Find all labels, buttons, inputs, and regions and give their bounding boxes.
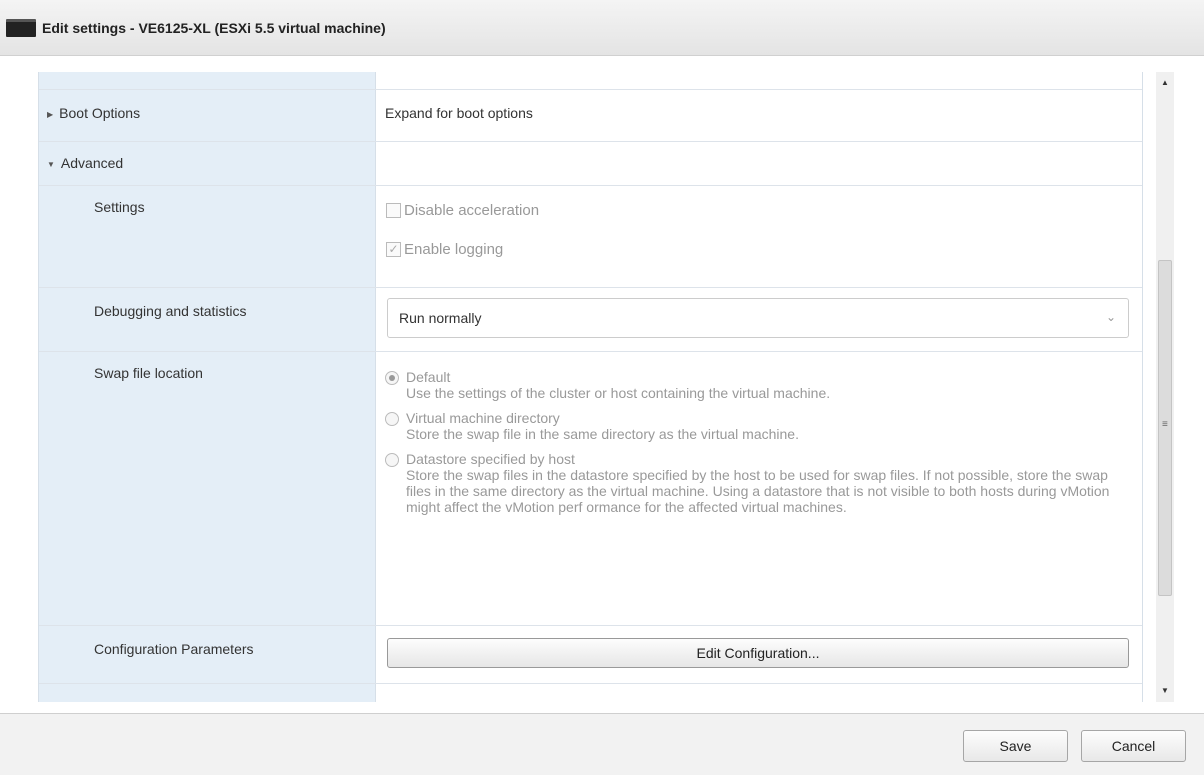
boot-options-row[interactable]: ▶ Boot Options Expand for boot options (39, 90, 1142, 142)
settings-panel: ▶ Boot Options Expand for boot options ▼ A… (38, 72, 1143, 702)
debugging-select[interactable]: Run normally ⌄ (387, 298, 1129, 338)
grip-icon: ≡ (1162, 419, 1168, 430)
disable-acceleration-checkbox[interactable]: Disable acceleration (386, 202, 1142, 219)
scroll-down-icon[interactable]: ▼ (1156, 680, 1174, 702)
settings-row: Settings Disable acceleration ✓ Enable l… (39, 186, 1142, 288)
top-spacer-row (39, 72, 1142, 90)
debugging-row: Debugging and statistics Run normally ⌄ (39, 288, 1142, 352)
scroll-up-icon[interactable]: ▲ (1156, 72, 1174, 94)
radio-unselected-icon[interactable] (385, 412, 399, 426)
checkbox-checked-icon[interactable]: ✓ (386, 242, 401, 257)
swap-row: Swap file location Default Use the setti… (39, 352, 1142, 626)
collapse-arrow-icon[interactable]: ▼ (47, 160, 55, 169)
boot-options-value: Expand for boot options (376, 90, 1142, 141)
radio-unselected-icon[interactable] (385, 453, 399, 467)
radio-selected-icon[interactable] (385, 371, 399, 385)
config-params-row: Configuration Parameters Edit Configurat… (39, 626, 1142, 684)
advanced-label: Advanced (60, 155, 124, 171)
advanced-row[interactable]: ▼ Advanced (39, 142, 1142, 186)
next-row-partial (39, 684, 1142, 702)
swap-option-default[interactable]: Default Use the settings of the cluster … (385, 369, 1132, 401)
enable-logging-checkbox[interactable]: ✓ Enable logging (386, 241, 1142, 258)
debugging-label: Debugging and statistics (39, 288, 376, 351)
swap-option-datastore[interactable]: Datastore specified by host Store the sw… (385, 451, 1132, 515)
vm-icon (6, 18, 36, 37)
swap-option-vm-directory[interactable]: Virtual machine directory Store the swap… (385, 410, 1132, 442)
vertical-scrollbar[interactable]: ▲ ≡ ▼ (1156, 72, 1174, 702)
settings-label: Settings (39, 186, 376, 287)
cancel-button[interactable]: Cancel (1081, 730, 1186, 762)
edit-configuration-button[interactable]: Edit Configuration... (387, 638, 1129, 668)
expand-arrow-icon[interactable]: ▶ (47, 110, 53, 119)
swap-label: Swap file location (39, 352, 376, 625)
boot-options-label: Boot Options (59, 105, 141, 121)
chevron-down-icon: ⌄ (1105, 310, 1116, 324)
save-button[interactable]: Save (963, 730, 1068, 762)
dialog-footer: Save Cancel (0, 713, 1204, 775)
window-title: Edit settings - VE6125-XL (ESXi 5.5 virt… (42, 19, 386, 36)
checkbox-unchecked-icon[interactable] (386, 203, 401, 218)
config-params-label: Configuration Parameters (39, 626, 376, 683)
scroll-thumb[interactable]: ≡ (1158, 260, 1172, 596)
title-bar: Edit settings - VE6125-XL (ESXi 5.5 virt… (0, 0, 1204, 56)
